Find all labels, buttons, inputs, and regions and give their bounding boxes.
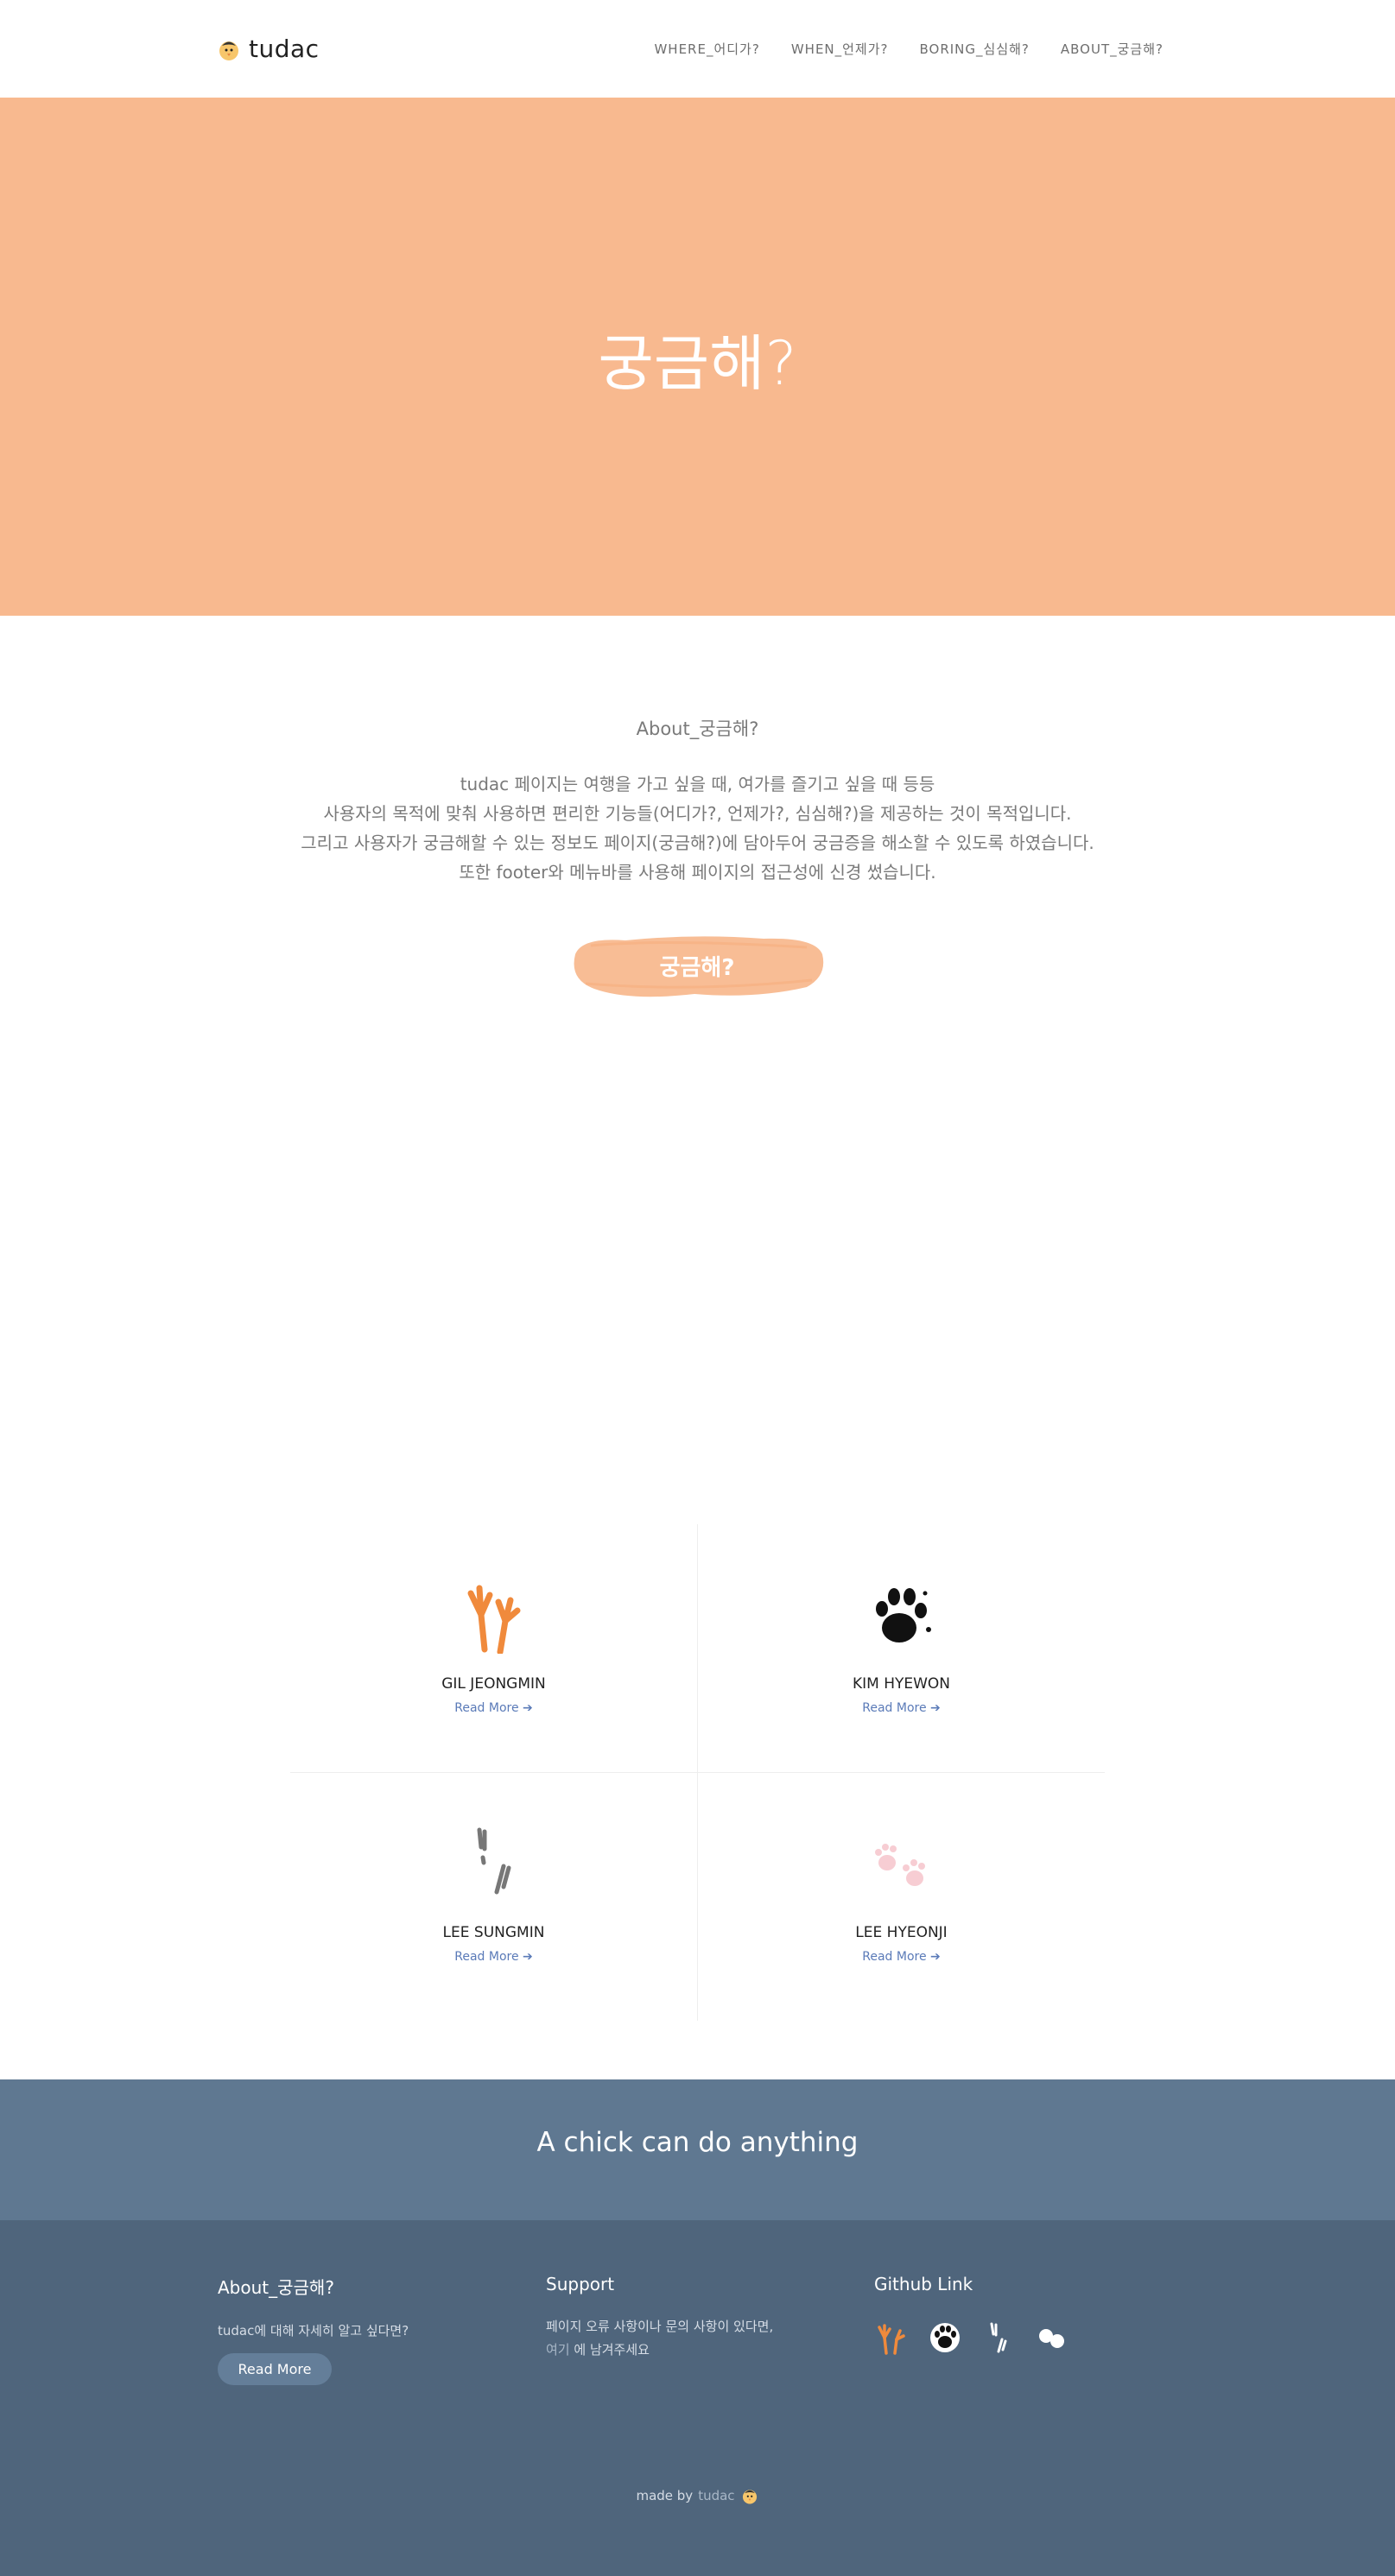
about-description: tudac 페이지는 여행을 가고 싶을 때, 여가를 즐기고 싶을 때 등등 … <box>0 769 1395 887</box>
read-more-label: Read More <box>454 1701 519 1715</box>
team-member-card: LEE SUNGMIN Read More ➔ <box>290 1773 697 2021</box>
footer-about-title: About_궁금해? <box>218 2277 334 2298</box>
arrow-right-icon: ➔ <box>930 1950 941 1964</box>
github-black-paw-icon[interactable] <box>928 2320 962 2355</box>
github-pink-paws-icon[interactable] <box>1035 2320 1069 2355</box>
footer-about-text: tudac에 대해 자세히 알고 싶다면? <box>218 2323 409 2339</box>
hero-banner: 궁금해? <box>0 98 1395 616</box>
about-line-2: 사용자의 목적에 맞춰 사용하면 편리한 기능들(어디가?, 언제가?, 심심해… <box>323 803 1072 824</box>
footer-support-text: 페이지 오류 사항이나 문의 사항이 있다면, 여기 에 남겨주세요 <box>546 2315 773 2362</box>
footer-github-column: Github Link <box>874 2274 1069 2355</box>
about-line-4: 또한 footer와 메뉴바를 사용해 페이지의 접근성에 신경 썼습니다. <box>459 862 936 883</box>
made-by-credit: made by tudac <box>0 2486 1395 2505</box>
footer-github-title: Github Link <box>874 2274 973 2294</box>
support-line-tail: 에 남겨주세요 <box>569 2342 650 2358</box>
member-name: GIL JEONGMIN <box>441 1675 546 1693</box>
slogan-text: A chick can do anything <box>536 2127 859 2158</box>
about-heading: About_궁금해? <box>636 718 759 739</box>
curious-button[interactable]: 궁금해? <box>565 928 829 1003</box>
arrow-right-icon: ➔ <box>930 1701 941 1715</box>
read-more-link[interactable]: Read More ➔ <box>698 1701 1105 1715</box>
chick-logo-icon <box>742 2490 757 2504</box>
github-hoof-prints-icon[interactable] <box>981 2320 1016 2355</box>
member-name: LEE SUNGMIN <box>442 1924 545 1941</box>
footer-read-more-button[interactable]: Read More <box>218 2353 332 2385</box>
footer-about-column: About_궁금해? tudac에 대해 자세히 알고 싶다면? Read Mo… <box>218 2274 409 2385</box>
chick-logo-icon <box>219 41 238 60</box>
top-navbar: tudac WHERE_어디가? WHEN_언제가? BORING_심심해? A… <box>0 0 1395 98</box>
read-more-label: Read More <box>862 1701 927 1715</box>
arrow-right-icon: ➔ <box>523 1950 533 1964</box>
support-link-line: 여기 에 남겨주세요 <box>546 2339 773 2362</box>
black-paw-icon <box>876 1588 931 1642</box>
arrow-right-icon: ➔ <box>523 1701 533 1715</box>
nav-link-about[interactable]: ABOUT_궁금해? <box>1061 40 1164 58</box>
footer: About_궁금해? tudac에 대해 자세히 알고 싶다면? Read Mo… <box>0 2220 1395 2576</box>
brand-name: tudac <box>249 35 320 63</box>
read-more-link[interactable]: Read More ➔ <box>698 1950 1105 1964</box>
hero-title: 궁금해? <box>598 328 797 399</box>
made-by-brand-link[interactable]: tudac <box>698 2488 734 2503</box>
about-line-3: 그리고 사용자가 궁금해할 수 있는 정보도 페이지(궁금해?)에 담아두어 궁… <box>301 832 1094 853</box>
hoof-prints-icon <box>477 1827 511 1895</box>
brand-logo[interactable]: tudac <box>216 35 320 63</box>
nav-link-where[interactable]: WHERE_어디가? <box>654 40 759 58</box>
support-line: 페이지 오류 사항이나 문의 사항이 있다면, <box>546 2319 774 2334</box>
made-by-label: made by <box>636 2488 694 2503</box>
team-member-card: LEE HYEONJI Read More ➔ <box>698 1773 1105 2021</box>
github-link-icons <box>874 2320 1069 2355</box>
pink-paws-icon <box>875 1844 925 1886</box>
about-line-1: tudac 페이지는 여행을 가고 싶을 때, 여가를 즐기고 싶을 때 등등 <box>460 774 935 794</box>
slogan-band: A chick can do anything <box>0 2079 1395 2220</box>
read-more-link[interactable]: Read More ➔ <box>290 1701 697 1715</box>
nav-menu: WHERE_어디가? WHEN_언제가? BORING_심심해? ABOUT_궁… <box>654 40 1164 58</box>
team-member-card: GIL JEONGMIN Read More ➔ <box>290 1524 697 1772</box>
member-name: KIM HYEWON <box>852 1675 951 1693</box>
nav-link-boring[interactable]: BORING_심심해? <box>920 40 1030 58</box>
curious-button-label: 궁금해? <box>659 954 735 981</box>
nav-link-when[interactable]: WHEN_언제가? <box>791 40 889 58</box>
team-member-card: KIM HYEWON Read More ➔ <box>698 1524 1105 1772</box>
read-more-label: Read More <box>862 1950 927 1964</box>
github-orange-bird-foot-icon[interactable] <box>874 2320 909 2355</box>
orange-bird-foot-icon <box>467 1585 521 1654</box>
footer-support-title: Support <box>546 2274 615 2294</box>
member-name: LEE HYEONJI <box>855 1924 948 1941</box>
support-here-link[interactable]: 여기 <box>546 2342 570 2358</box>
read-more-label: Read More <box>454 1950 519 1964</box>
footer-support-column: Support 페이지 오류 사항이나 문의 사항이 있다면, 여기 에 남겨주… <box>546 2274 773 2362</box>
team-grid: GIL JEONGMIN Read More ➔ KIM HYEWON Read… <box>290 1524 1105 2021</box>
read-more-link[interactable]: Read More ➔ <box>290 1950 697 1964</box>
